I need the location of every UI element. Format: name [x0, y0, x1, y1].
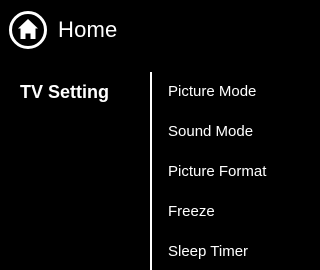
menu-item-freeze[interactable]: Freeze — [168, 200, 266, 240]
header: Home — [8, 8, 118, 52]
menu-item-picture-mode[interactable]: Picture Mode — [168, 80, 266, 120]
tv-setting-label[interactable]: TV Setting — [20, 82, 109, 103]
settings-menu: Picture Mode Sound Mode Picture Format F… — [168, 80, 266, 270]
menu-item-picture-format[interactable]: Picture Format — [168, 160, 266, 200]
page-title: Home — [58, 17, 118, 42]
vertical-divider — [150, 72, 152, 270]
menu-item-sleep-timer[interactable]: Sleep Timer — [168, 240, 266, 270]
tv-home-screen: Home TV Setting Picture Mode Sound Mode … — [0, 0, 308, 270]
home-icon[interactable] — [8, 10, 48, 50]
menu-item-sound-mode[interactable]: Sound Mode — [168, 120, 266, 160]
